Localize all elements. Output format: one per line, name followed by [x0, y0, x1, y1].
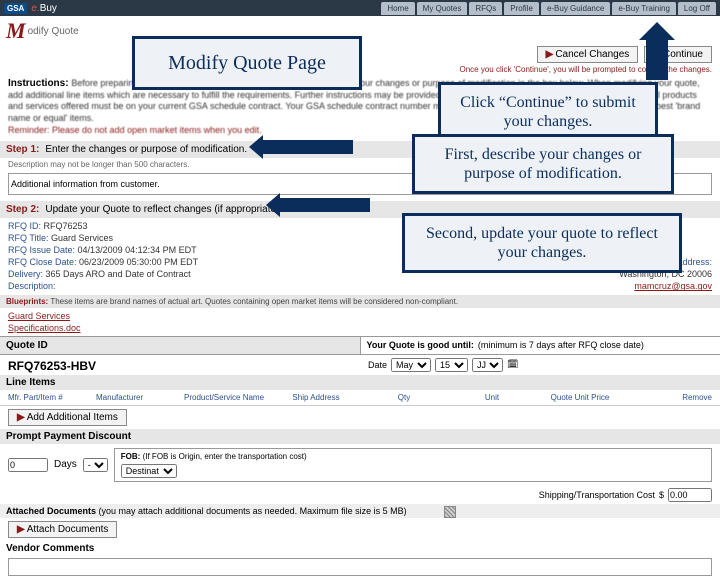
annotation-title: Modify Quote Page — [132, 36, 362, 90]
quote-id-heading: Quote ID — [0, 337, 361, 354]
line-items-heading: Line Items — [0, 375, 720, 390]
attach-documents-button[interactable]: ▶Attach Documents — [8, 521, 117, 538]
blueprints-note: Blueprints: These items are brand names … — [0, 295, 720, 308]
date-year-select[interactable]: JJ — [472, 358, 503, 372]
step2-text: Update your Quote to reflect changes (if… — [45, 204, 282, 215]
fob-note: (If FOB is Origin, enter the transportat… — [143, 452, 307, 461]
quote-id-value: RFQ76253-HBV — [0, 355, 362, 375]
quote-good-label: Your Quote is good until: — [367, 340, 474, 350]
ship-email-link[interactable]: mamcruz@gsa.gov — [634, 280, 712, 292]
line-items-columns: Mfr. Part/Item #ManufacturerProduct/Serv… — [0, 390, 720, 406]
arrow-left-icon — [263, 140, 353, 154]
instructions-heading: Instructions: — [8, 78, 69, 89]
add-items-button[interactable]: ▶Add Additional Items — [8, 409, 127, 426]
attachment-link-1[interactable]: Guard Services — [8, 311, 70, 321]
title-initial: M — [6, 18, 26, 44]
step1-label: Step 1: — [6, 144, 39, 155]
nav-profile[interactable]: Profile — [504, 2, 539, 15]
calendar-icon[interactable]: 🗓 — [507, 359, 518, 370]
discount-pct-input[interactable] — [8, 458, 48, 472]
attached-docs-note: (you may attach additional documents as … — [99, 506, 407, 516]
annotation-step2: Second, update your quote to reflect you… — [402, 213, 682, 273]
step1-text: Enter the changes or purpose of modifica… — [45, 144, 247, 155]
vendor-comments-heading: Vendor Comments — [0, 541, 720, 556]
step2-label: Step 2: — [6, 204, 39, 215]
annotation-step1: First, describe your changes or purpose … — [412, 134, 674, 194]
fob-label: FOB: — [121, 452, 141, 461]
fob-select[interactable]: Destinat — [121, 464, 177, 478]
arrow-left-icon — [280, 198, 370, 212]
nav-training[interactable]: e-Buy Training — [612, 2, 676, 15]
days-label: Days — [54, 459, 77, 470]
top-bar: GSA e.Buy Home My Quotes RFQs Profile e-… — [0, 0, 720, 16]
date-day-select[interactable]: 15 — [435, 358, 468, 372]
vendor-comments-input[interactable] — [8, 558, 712, 576]
title-rest: odify Quote — [28, 26, 79, 37]
transport-cost-label: Shipping/Transportation Cost — [539, 490, 655, 500]
nav-guidance[interactable]: e-Buy Guidance — [541, 2, 610, 15]
prompt-payment-heading: Prompt Payment Discount — [0, 429, 720, 444]
days-select[interactable]: - — [83, 458, 108, 472]
date-month-select[interactable]: May — [391, 358, 431, 372]
cancel-changes-button[interactable]: ▶Cancel Changes — [537, 46, 639, 63]
resize-handle-icon[interactable] — [444, 506, 456, 518]
gsa-logo: GSA — [4, 3, 27, 14]
nav-home[interactable]: Home — [381, 2, 414, 15]
transport-cost-input[interactable] — [668, 488, 712, 502]
nav-rfqs[interactable]: RFQs — [469, 2, 502, 15]
date-label: Date — [368, 360, 387, 370]
brand: e.Buy — [31, 3, 57, 14]
nav-logoff[interactable]: Log Off — [678, 2, 716, 15]
arrow-up-icon — [646, 38, 668, 80]
top-nav: Home My Quotes RFQs Profile e-Buy Guidan… — [381, 2, 716, 15]
nav-myquotes[interactable]: My Quotes — [417, 2, 468, 15]
quote-good-note: (minimum is 7 days after RFQ close date) — [478, 340, 644, 350]
attached-docs-heading: Attached Documents — [6, 506, 96, 516]
attachment-link-2[interactable]: Specifications.doc — [8, 323, 81, 333]
